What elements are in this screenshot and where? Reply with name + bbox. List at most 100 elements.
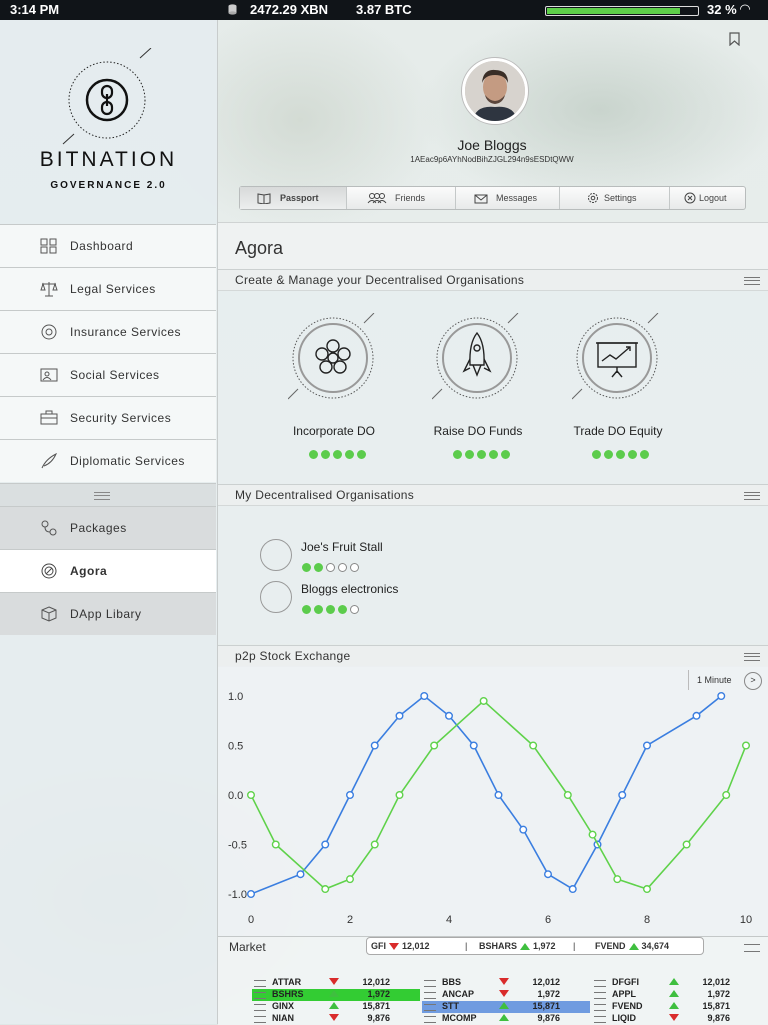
market-row[interactable]: ATTAR 12,012 bbox=[252, 977, 420, 989]
market-value: 1,972 bbox=[707, 989, 730, 999]
ticker-value: 12,012 bbox=[402, 941, 430, 951]
org-avatar[interactable] bbox=[260, 581, 292, 613]
series-point bbox=[529, 741, 538, 750]
market-value: 12,012 bbox=[362, 977, 390, 987]
sidebar-item-insurance-services[interactable]: Insurance Services bbox=[0, 310, 216, 353]
sidebar-item-label: Agora bbox=[70, 564, 108, 578]
sidebar-item-dapp-libary[interactable]: DApp Libary bbox=[0, 592, 216, 635]
series-point bbox=[345, 875, 354, 884]
sidebar-item-security-services[interactable]: Security Services bbox=[0, 396, 216, 439]
section-menu-icon[interactable] bbox=[744, 653, 760, 661]
market-row[interactable]: ANCAP 1,972 bbox=[422, 989, 590, 1001]
stock-line-chart[interactable]: 1.0 0.5 0.0 -0.5 -1.0 0 2 4 6 8 10 bbox=[218, 666, 768, 936]
drag-grip-icon bbox=[424, 980, 436, 987]
market-row[interactable]: BSHRS 1,972 bbox=[252, 989, 420, 1001]
briefcase-icon bbox=[40, 410, 58, 425]
scales-icon bbox=[40, 282, 58, 297]
arrow-down-icon bbox=[389, 943, 399, 951]
logo-emblem-icon bbox=[62, 48, 152, 145]
rocket-icon bbox=[462, 331, 492, 377]
raise-do-funds-rating bbox=[453, 446, 513, 459]
bookmark-icon[interactable] bbox=[729, 32, 740, 46]
y-tick-label: -0.5 bbox=[228, 840, 247, 852]
market-row[interactable]: NIAN 9,876 bbox=[252, 1013, 420, 1025]
rating-dot-filled bbox=[309, 450, 318, 459]
tab-friends[interactable]: Friends bbox=[347, 187, 456, 209]
trade-do-equity-button[interactable] bbox=[572, 313, 672, 413]
org-name[interactable]: Bloggs electronics bbox=[301, 582, 398, 596]
market-row[interactable]: MCOMP 9,876 bbox=[422, 1013, 590, 1025]
interval-next-button[interactable]: > bbox=[744, 672, 762, 690]
rating-dot-filled bbox=[616, 450, 625, 459]
ticker-item[interactable]: GFI 12,012 bbox=[371, 941, 430, 951]
profile-tabs: Passport Friends Messages Settings Logou… bbox=[239, 186, 746, 210]
org-name[interactable]: Joe's Fruit Stall bbox=[301, 540, 383, 554]
market-panel: Market GFI 12,012 | BSHARS 1,972 | FVEND 34,674… bbox=[218, 936, 768, 1025]
org-avatar[interactable] bbox=[260, 539, 292, 571]
tab-label: Passport bbox=[280, 193, 319, 203]
sidebar-item-diplomatic-services[interactable]: Diplomatic Services bbox=[0, 439, 216, 482]
status-bar: 3:14 PM 2472.29 XBN 3.87 BTC 32 % ◠ bbox=[0, 0, 768, 20]
tab-label: Friends bbox=[395, 193, 426, 203]
series-point bbox=[519, 825, 528, 834]
xbn-balance: 2472.29 XBN bbox=[250, 2, 329, 17]
rating-dot-filled bbox=[477, 450, 486, 459]
market-value: 15,871 bbox=[532, 1001, 560, 1011]
avatar[interactable] bbox=[462, 58, 528, 124]
market-symbol: ATTAR bbox=[272, 977, 302, 987]
series-point bbox=[494, 790, 503, 799]
sidebar-item-dashboard[interactable]: Dashboard bbox=[0, 224, 216, 267]
sidebar-item-social-services[interactable]: Social Services bbox=[0, 353, 216, 396]
ticker-separator: | bbox=[573, 941, 576, 951]
market-row[interactable]: LIQID 9,876 bbox=[592, 1013, 760, 1025]
section-menu-icon[interactable] bbox=[744, 277, 760, 285]
series-point bbox=[722, 790, 731, 799]
market-row[interactable]: STT 15,871 bbox=[422, 1001, 590, 1013]
org-rating bbox=[302, 559, 362, 572]
tab-settings[interactable]: Settings bbox=[560, 187, 670, 209]
friends-icon bbox=[367, 193, 387, 204]
rating-dot-empty bbox=[326, 563, 335, 572]
sidebar-item-legal-services[interactable]: Legal Services bbox=[0, 267, 216, 310]
people-icon bbox=[40, 368, 58, 382]
sidebar-drag-handle[interactable] bbox=[0, 483, 216, 506]
drag-grip-icon bbox=[424, 992, 436, 999]
section-menu-icon[interactable] bbox=[744, 492, 760, 500]
close-circle-icon bbox=[684, 192, 696, 204]
rating-dot-filled bbox=[453, 450, 462, 459]
drag-grip-icon bbox=[594, 1016, 606, 1023]
series-point bbox=[717, 692, 726, 701]
rating-dot-filled bbox=[628, 450, 637, 459]
drag-grip-icon bbox=[594, 1004, 606, 1011]
market-row[interactable]: DFGFI 12,012 bbox=[592, 977, 760, 989]
section-my-organisations: My Decentralised Organisations bbox=[218, 484, 768, 506]
tab-messages[interactable]: Messages bbox=[456, 187, 560, 209]
market-symbol: ANCAP bbox=[442, 989, 475, 999]
raise-do-funds-button[interactable] bbox=[432, 313, 532, 413]
sidebar-item-agora[interactable]: Agora bbox=[0, 549, 216, 592]
series-point bbox=[692, 711, 701, 720]
market-row[interactable]: GINX 15,871 bbox=[252, 1001, 420, 1013]
market-row[interactable]: BBS 12,012 bbox=[422, 977, 590, 989]
market-column: DFGFI 12,012 APPL 1,972 FVEND 15,871 LIQID 9,87… bbox=[592, 977, 760, 1025]
series-point bbox=[643, 741, 652, 750]
ticker-item[interactable]: BSHARS 1,972 bbox=[479, 941, 556, 951]
incorporate-do-button[interactable] bbox=[288, 313, 388, 413]
market-row[interactable]: FVEND 15,871 bbox=[592, 1001, 760, 1013]
tab-label: Settings bbox=[604, 193, 637, 203]
interval-selector[interactable]: 1 Minute bbox=[688, 670, 741, 690]
brand-tagline: GOVERNANCE 2.0 bbox=[50, 180, 167, 191]
packages-icon bbox=[41, 520, 57, 536]
battery-percent: 32 % bbox=[707, 2, 737, 17]
arrow-down-icon bbox=[329, 978, 339, 985]
sidebar: BITNATION GOVERNANCE 2.0 Dashboard Legal… bbox=[0, 20, 218, 1024]
series-point bbox=[588, 830, 597, 839]
series-point bbox=[643, 885, 652, 894]
market-symbol: BBS bbox=[442, 977, 462, 987]
tab-logout[interactable]: Logout bbox=[670, 187, 745, 209]
tab-passport[interactable]: Passport bbox=[240, 187, 347, 209]
market-row[interactable]: APPL 1,972 bbox=[592, 989, 760, 1001]
sidebar-item-packages[interactable]: Packages bbox=[0, 506, 216, 549]
ticker-item[interactable]: FVEND 34,674 bbox=[595, 941, 669, 951]
market-menu-icon[interactable] bbox=[744, 944, 760, 952]
